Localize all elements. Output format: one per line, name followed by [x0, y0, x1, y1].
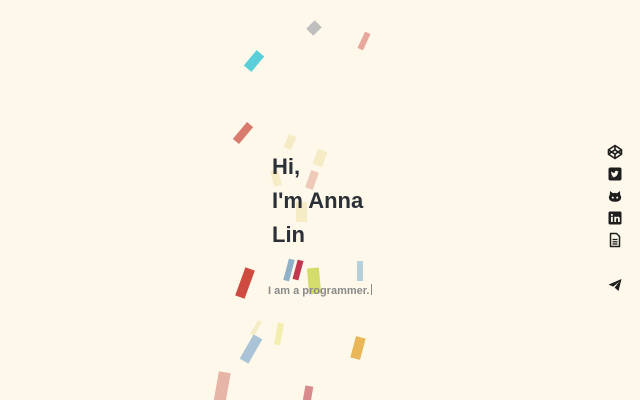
- confetti-piece: [292, 259, 304, 281]
- twitter-icon: [608, 167, 622, 181]
- confetti-piece: [250, 320, 262, 336]
- twitter-link[interactable]: [607, 166, 623, 182]
- codepen-link[interactable]: [607, 144, 623, 160]
- confetti-piece: [232, 122, 254, 144]
- greeting-line-1: Hi,: [272, 154, 301, 179]
- confetti-piece: [306, 20, 322, 36]
- confetti-piece: [350, 336, 366, 360]
- typing-caret: [370, 284, 372, 295]
- contact-button[interactable]: [607, 277, 623, 293]
- confetti-piece: [357, 31, 371, 51]
- greeting-heading: Hi, I'm Anna Lin: [272, 150, 392, 252]
- github-icon: [608, 191, 622, 202]
- tagline: I am a programmer.: [268, 284, 372, 297]
- codepen-icon: [607, 144, 623, 160]
- confetti-piece: [213, 371, 231, 400]
- intro-block: Hi, I'm Anna Lin: [272, 150, 392, 252]
- confetti-piece: [239, 334, 263, 364]
- confetti-piece: [274, 322, 284, 346]
- confetti-piece: [243, 50, 265, 72]
- linkedin-link[interactable]: [607, 210, 623, 226]
- confetti-piece: [283, 133, 297, 151]
- linkedin-icon: [608, 211, 622, 225]
- resume-document-icon: [609, 232, 621, 248]
- landing-page: Hi, I'm Anna Lin I am a programmer.: [0, 0, 640, 400]
- confetti-piece: [235, 267, 255, 299]
- github-link[interactable]: [607, 188, 623, 204]
- tagline-text: I am a programmer.: [268, 285, 370, 297]
- social-links: [607, 144, 623, 254]
- greeting-line-3: Lin: [272, 222, 305, 247]
- resume-link[interactable]: [607, 232, 623, 248]
- greeting-line-2: I'm Anna: [272, 188, 364, 213]
- confetti-piece: [283, 258, 295, 282]
- send-paper-plane-icon: [608, 279, 622, 291]
- confetti-piece: [302, 385, 314, 400]
- confetti-piece: [357, 261, 363, 281]
